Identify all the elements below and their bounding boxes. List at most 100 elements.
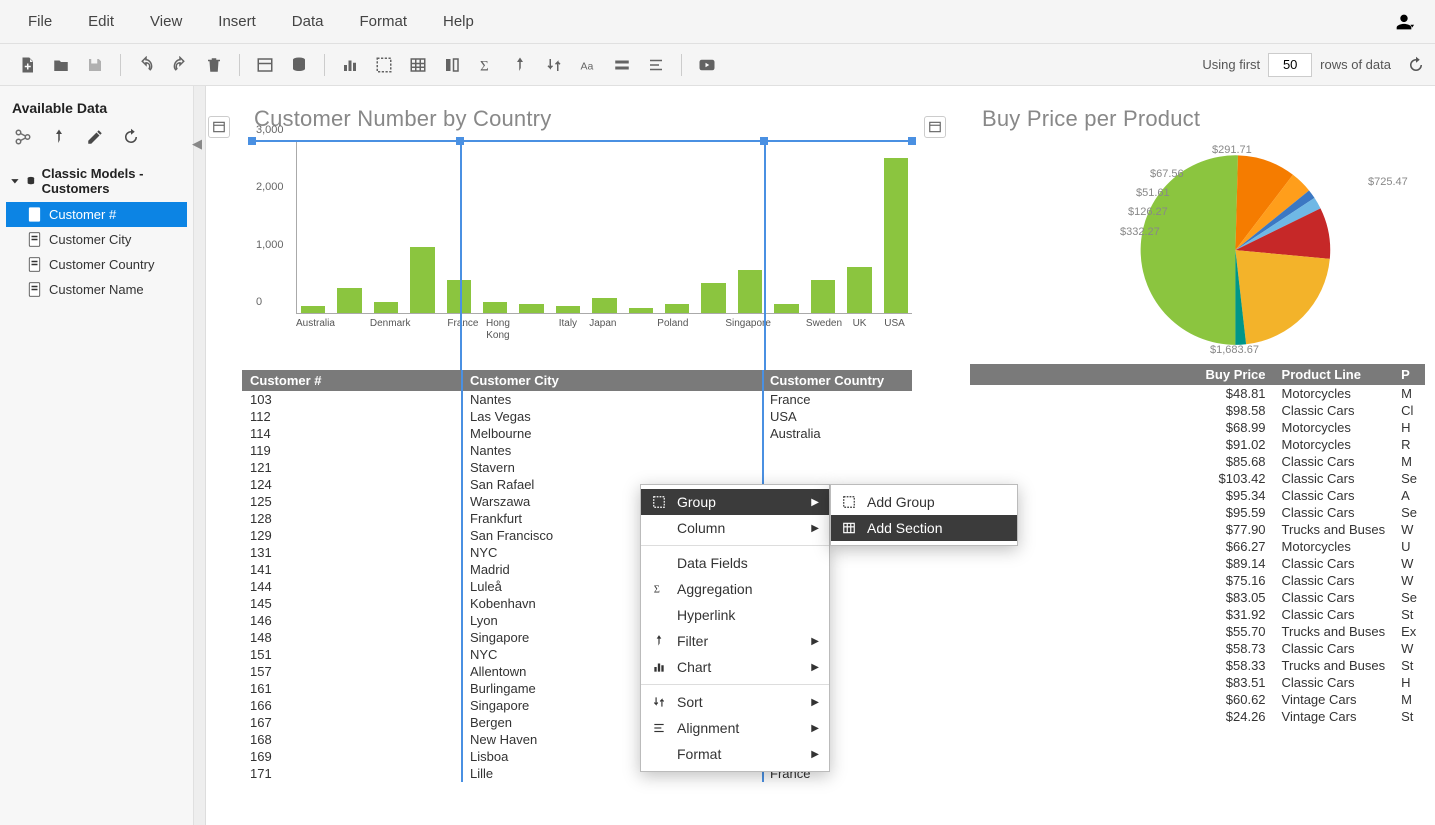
menu-item-hyperlink[interactable]: Hyperlink [641, 602, 829, 628]
table-row[interactable]: $24.26Vintage CarsSt [970, 708, 1425, 725]
field-customer-country[interactable]: Customer Country [6, 252, 187, 277]
using-first-label: Using first [1202, 57, 1260, 72]
chevron-down-icon [10, 175, 20, 187]
table-row[interactable]: $103.42Classic CarsSe [970, 470, 1425, 487]
sidebar: Available Data Classic Models - Customer… [0, 86, 194, 825]
menu-item-column[interactable]: Column▶ [641, 515, 829, 541]
table-row[interactable]: $31.92Classic CarsSt [970, 606, 1425, 623]
table-row[interactable]: 103NantesFrance [242, 391, 912, 408]
svg-text:Σ: Σ [654, 585, 660, 596]
table-row[interactable]: $95.34Classic CarsA [970, 487, 1425, 504]
table-row[interactable]: 112Las VegasUSA [242, 408, 912, 425]
table-row[interactable]: $66.27MotorcyclesU [970, 538, 1425, 555]
pie-chart[interactable]: $1,683.67$332.27$126.27$51.61$67.56$291.… [970, 140, 1425, 364]
filter-pin-icon[interactable] [506, 51, 534, 79]
sidebar-title: Available Data [0, 96, 193, 124]
datasource-header[interactable]: Classic Models - Customers [6, 160, 187, 202]
menu-edit[interactable]: Edit [70, 7, 132, 36]
menu-item-data-fields[interactable]: Data Fields [641, 550, 829, 576]
redo-icon[interactable] [166, 51, 194, 79]
menu-item-filter[interactable]: Filter▶ [641, 628, 829, 654]
table-row[interactable]: $98.58Classic CarsCl [970, 402, 1425, 419]
submenu-item-add-section[interactable]: Add Section [831, 515, 1017, 541]
field-customer-city[interactable]: Customer City [6, 227, 187, 252]
menu-insert[interactable]: Insert [200, 7, 274, 36]
table-row[interactable]: $58.73Classic CarsW [970, 640, 1425, 657]
refresh-small-icon[interactable] [122, 128, 140, 146]
svg-text:Aa: Aa [581, 60, 594, 72]
menu-format[interactable]: Format [341, 7, 425, 36]
trash-icon[interactable] [200, 51, 228, 79]
doc-tab-right[interactable] [924, 116, 946, 138]
open-folder-icon[interactable] [47, 51, 75, 79]
field-customer-number[interactable]: Customer # [6, 202, 187, 227]
sigma-icon[interactable]: Σ [472, 51, 500, 79]
table-row[interactable]: $68.99MotorcyclesH [970, 419, 1425, 436]
context-menu: Group▶Column▶ Data FieldsΣAggregationHype… [640, 484, 830, 772]
datasource-name: Classic Models - Customers [42, 166, 183, 196]
bar-chart[interactable]: 01,0002,0003,000AustraliaDenmarkFranceHo… [252, 140, 912, 370]
save-icon[interactable] [81, 51, 109, 79]
table-row[interactable]: $48.81MotorcyclesM [970, 385, 1425, 402]
menu-item-alignment[interactable]: Alignment▶ [641, 715, 829, 741]
table-row[interactable]: 119Nantes [242, 442, 912, 459]
menu-item-sort[interactable]: Sort▶ [641, 689, 829, 715]
field-icon [28, 282, 41, 297]
report-right-column: Buy Price per Product $1,683.67$332.27$1… [922, 86, 1435, 825]
table-row[interactable]: $91.02MotorcyclesR [970, 436, 1425, 453]
pin-icon[interactable] [50, 128, 68, 146]
menu-file[interactable]: File [10, 7, 70, 36]
database-icon[interactable] [285, 51, 313, 79]
menubar: File Edit View Insert Data Format Help [0, 0, 1435, 44]
refresh-icon[interactable] [1407, 56, 1425, 74]
toolbar: Σ Aa Using first rows of data [0, 44, 1435, 86]
rows-of-data-label: rows of data [1320, 57, 1391, 72]
barchart-icon[interactable] [336, 51, 364, 79]
table-row[interactable]: $83.05Classic CarsSe [970, 589, 1425, 606]
column-icon[interactable] [438, 51, 466, 79]
context-submenu: Add GroupAdd Section [830, 484, 1018, 546]
layout-icon[interactable] [251, 51, 279, 79]
field-customer-name[interactable]: Customer Name [6, 277, 187, 302]
menu-item-group[interactable]: Group▶ [641, 489, 829, 515]
table-row[interactable]: $85.68Classic CarsM [970, 453, 1425, 470]
table-row[interactable]: 114MelbourneAustralia [242, 425, 912, 442]
table-row[interactable]: $95.59Classic CarsSe [970, 504, 1425, 521]
edit-icon[interactable] [86, 128, 104, 146]
table-row[interactable]: $60.62Vintage CarsM [970, 691, 1425, 708]
field-icon [28, 232, 41, 247]
group-icon[interactable] [370, 51, 398, 79]
submenu-item-add-group[interactable]: Add Group [831, 489, 1017, 515]
number-format-icon[interactable] [608, 51, 636, 79]
new-file-icon[interactable] [13, 51, 41, 79]
menu-help[interactable]: Help [425, 7, 492, 36]
table-row[interactable]: $75.16Classic CarsW [970, 572, 1425, 589]
products-table[interactable]: Buy PriceProduct LineP$48.81MotorcyclesM… [970, 364, 1425, 725]
text-style-icon[interactable]: Aa [574, 51, 602, 79]
doc-tab-left[interactable] [208, 116, 230, 138]
video-icon[interactable] [693, 51, 721, 79]
table-row[interactable]: $55.70Trucks and BusesEx [970, 623, 1425, 640]
table-icon[interactable] [404, 51, 432, 79]
field-icon [28, 207, 41, 222]
menu-item-format[interactable]: Format▶ [641, 741, 829, 767]
table-row[interactable]: 121Stavern [242, 459, 912, 476]
menu-item-aggregation[interactable]: ΣAggregation [641, 576, 829, 602]
svg-text:Σ: Σ [480, 58, 489, 74]
branch-icon[interactable] [14, 128, 32, 146]
menu-data[interactable]: Data [274, 7, 342, 36]
menu-item-chart[interactable]: Chart▶ [641, 654, 829, 680]
table-row[interactable]: $83.51Classic CarsH [970, 674, 1425, 691]
align-icon[interactable] [642, 51, 670, 79]
row-limit-input[interactable] [1268, 53, 1312, 77]
collapse-strip[interactable]: ◀ [194, 86, 206, 825]
sort-icon[interactable] [540, 51, 568, 79]
undo-icon[interactable] [132, 51, 160, 79]
menu-view[interactable]: View [132, 7, 200, 36]
table-row[interactable]: $89.14Classic CarsW [970, 555, 1425, 572]
field-icon [28, 257, 41, 272]
table-row[interactable]: $77.90Trucks and BusesW [970, 521, 1425, 538]
pie-chart-title: Buy Price per Product [982, 106, 1425, 132]
table-row[interactable]: $58.33Trucks and BusesSt [970, 657, 1425, 674]
user-account-icon[interactable] [1393, 11, 1415, 33]
